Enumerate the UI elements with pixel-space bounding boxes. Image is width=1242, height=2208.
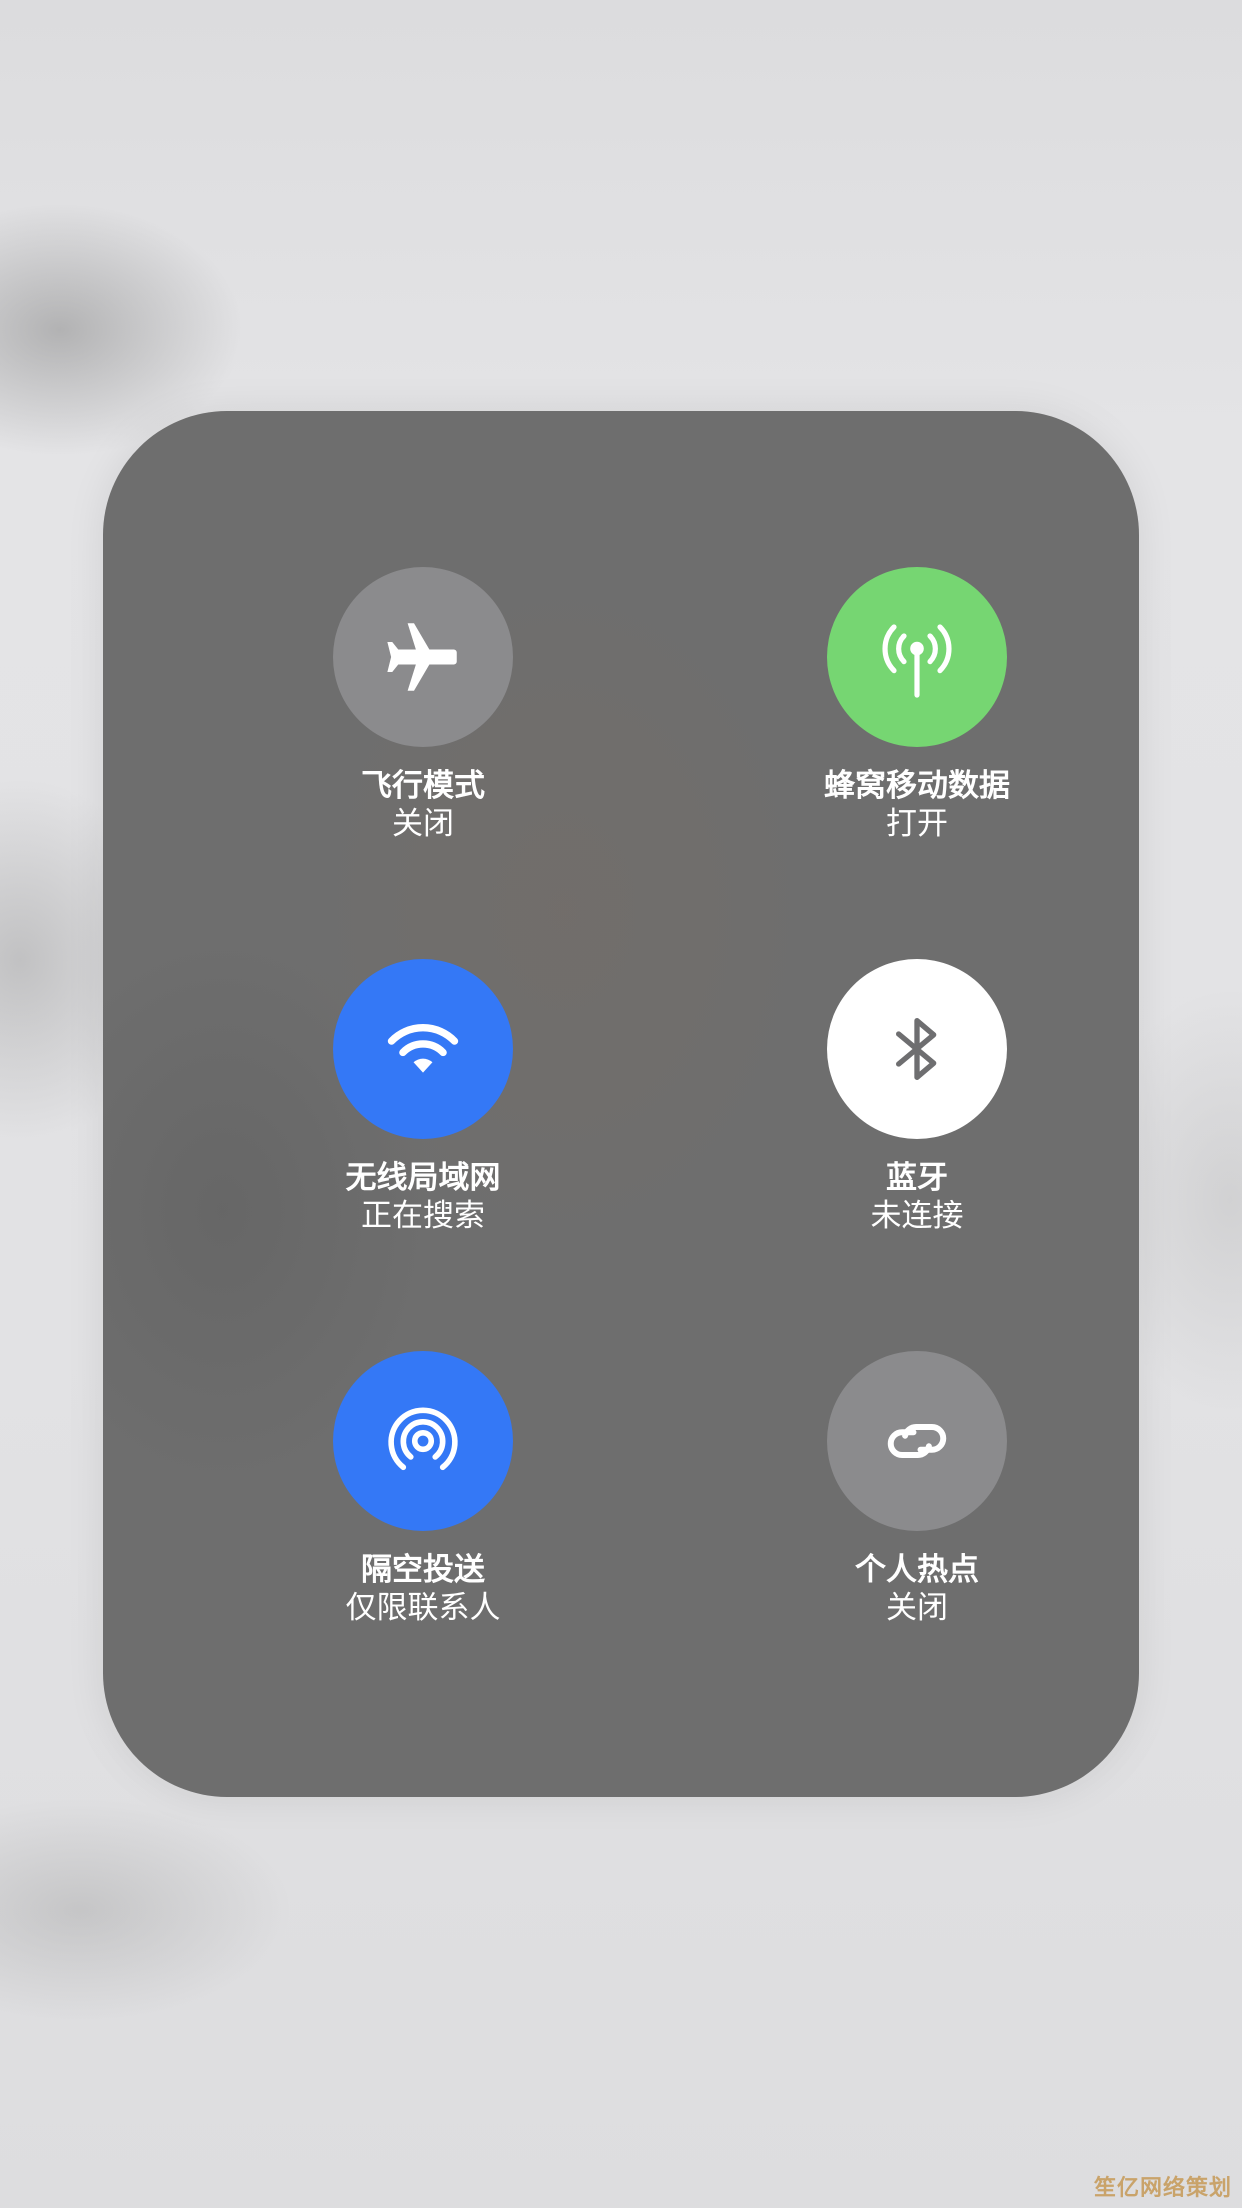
- cellular-data-status: 打开: [886, 806, 948, 842]
- bluetooth-toggle[interactable]: [827, 959, 1007, 1139]
- airplane-mode-label: 飞行模式: [361, 768, 485, 804]
- personal-hotspot-toggle[interactable]: [827, 1351, 1007, 1531]
- airplane-mode-toggle[interactable]: [333, 567, 513, 747]
- airplane-mode-status: 关闭: [392, 806, 454, 842]
- bluetooth-tile: 蓝牙 未连接: [707, 959, 1127, 1259]
- cellular-data-tile: 蜂窝移动数据 打开: [707, 567, 1127, 867]
- bluetooth-status: 未连接: [870, 1198, 964, 1234]
- airdrop-icon: [388, 1407, 458, 1471]
- personal-hotspot-tile: 个人热点 关闭: [707, 1351, 1127, 1651]
- hotspot-link-icon: [887, 1424, 947, 1458]
- wifi-label: 无线局域网: [345, 1160, 501, 1196]
- airplane-mode-tile: 飞行模式 关闭: [213, 567, 633, 867]
- personal-hotspot-label: 个人热点: [855, 1552, 979, 1588]
- cellular-data-label: 蜂窝移动数据: [824, 768, 1010, 804]
- wifi-tile: 无线局域网 正在搜索: [213, 959, 633, 1259]
- wifi-icon: [387, 1024, 459, 1073]
- screen-background: 飞行模式 关闭 蜂窝移动数据 打开 无线局域网 正在搜索 蓝牙 未连接 隔空投送…: [0, 0, 1242, 2208]
- cellular-data-toggle[interactable]: [827, 567, 1007, 747]
- airdrop-status: 仅限联系人: [345, 1590, 501, 1626]
- wifi-toggle[interactable]: [333, 959, 513, 1139]
- wifi-status: 正在搜索: [361, 1198, 485, 1234]
- personal-hotspot-status: 关闭: [886, 1590, 948, 1626]
- connectivity-panel: 飞行模式 关闭 蜂窝移动数据 打开 无线局域网 正在搜索 蓝牙 未连接 隔空投送…: [103, 411, 1139, 1797]
- watermark-text: 笙亿网络策划: [1093, 2176, 1232, 2201]
- airplane-icon: [387, 623, 457, 691]
- bluetooth-label: 蓝牙: [886, 1160, 948, 1196]
- airdrop-label: 隔空投送: [361, 1552, 485, 1588]
- antenna-icon: [882, 624, 952, 698]
- airdrop-toggle[interactable]: [333, 1351, 513, 1531]
- bluetooth-icon: [896, 1018, 937, 1080]
- airdrop-tile: 隔空投送 仅限联系人: [213, 1351, 633, 1651]
